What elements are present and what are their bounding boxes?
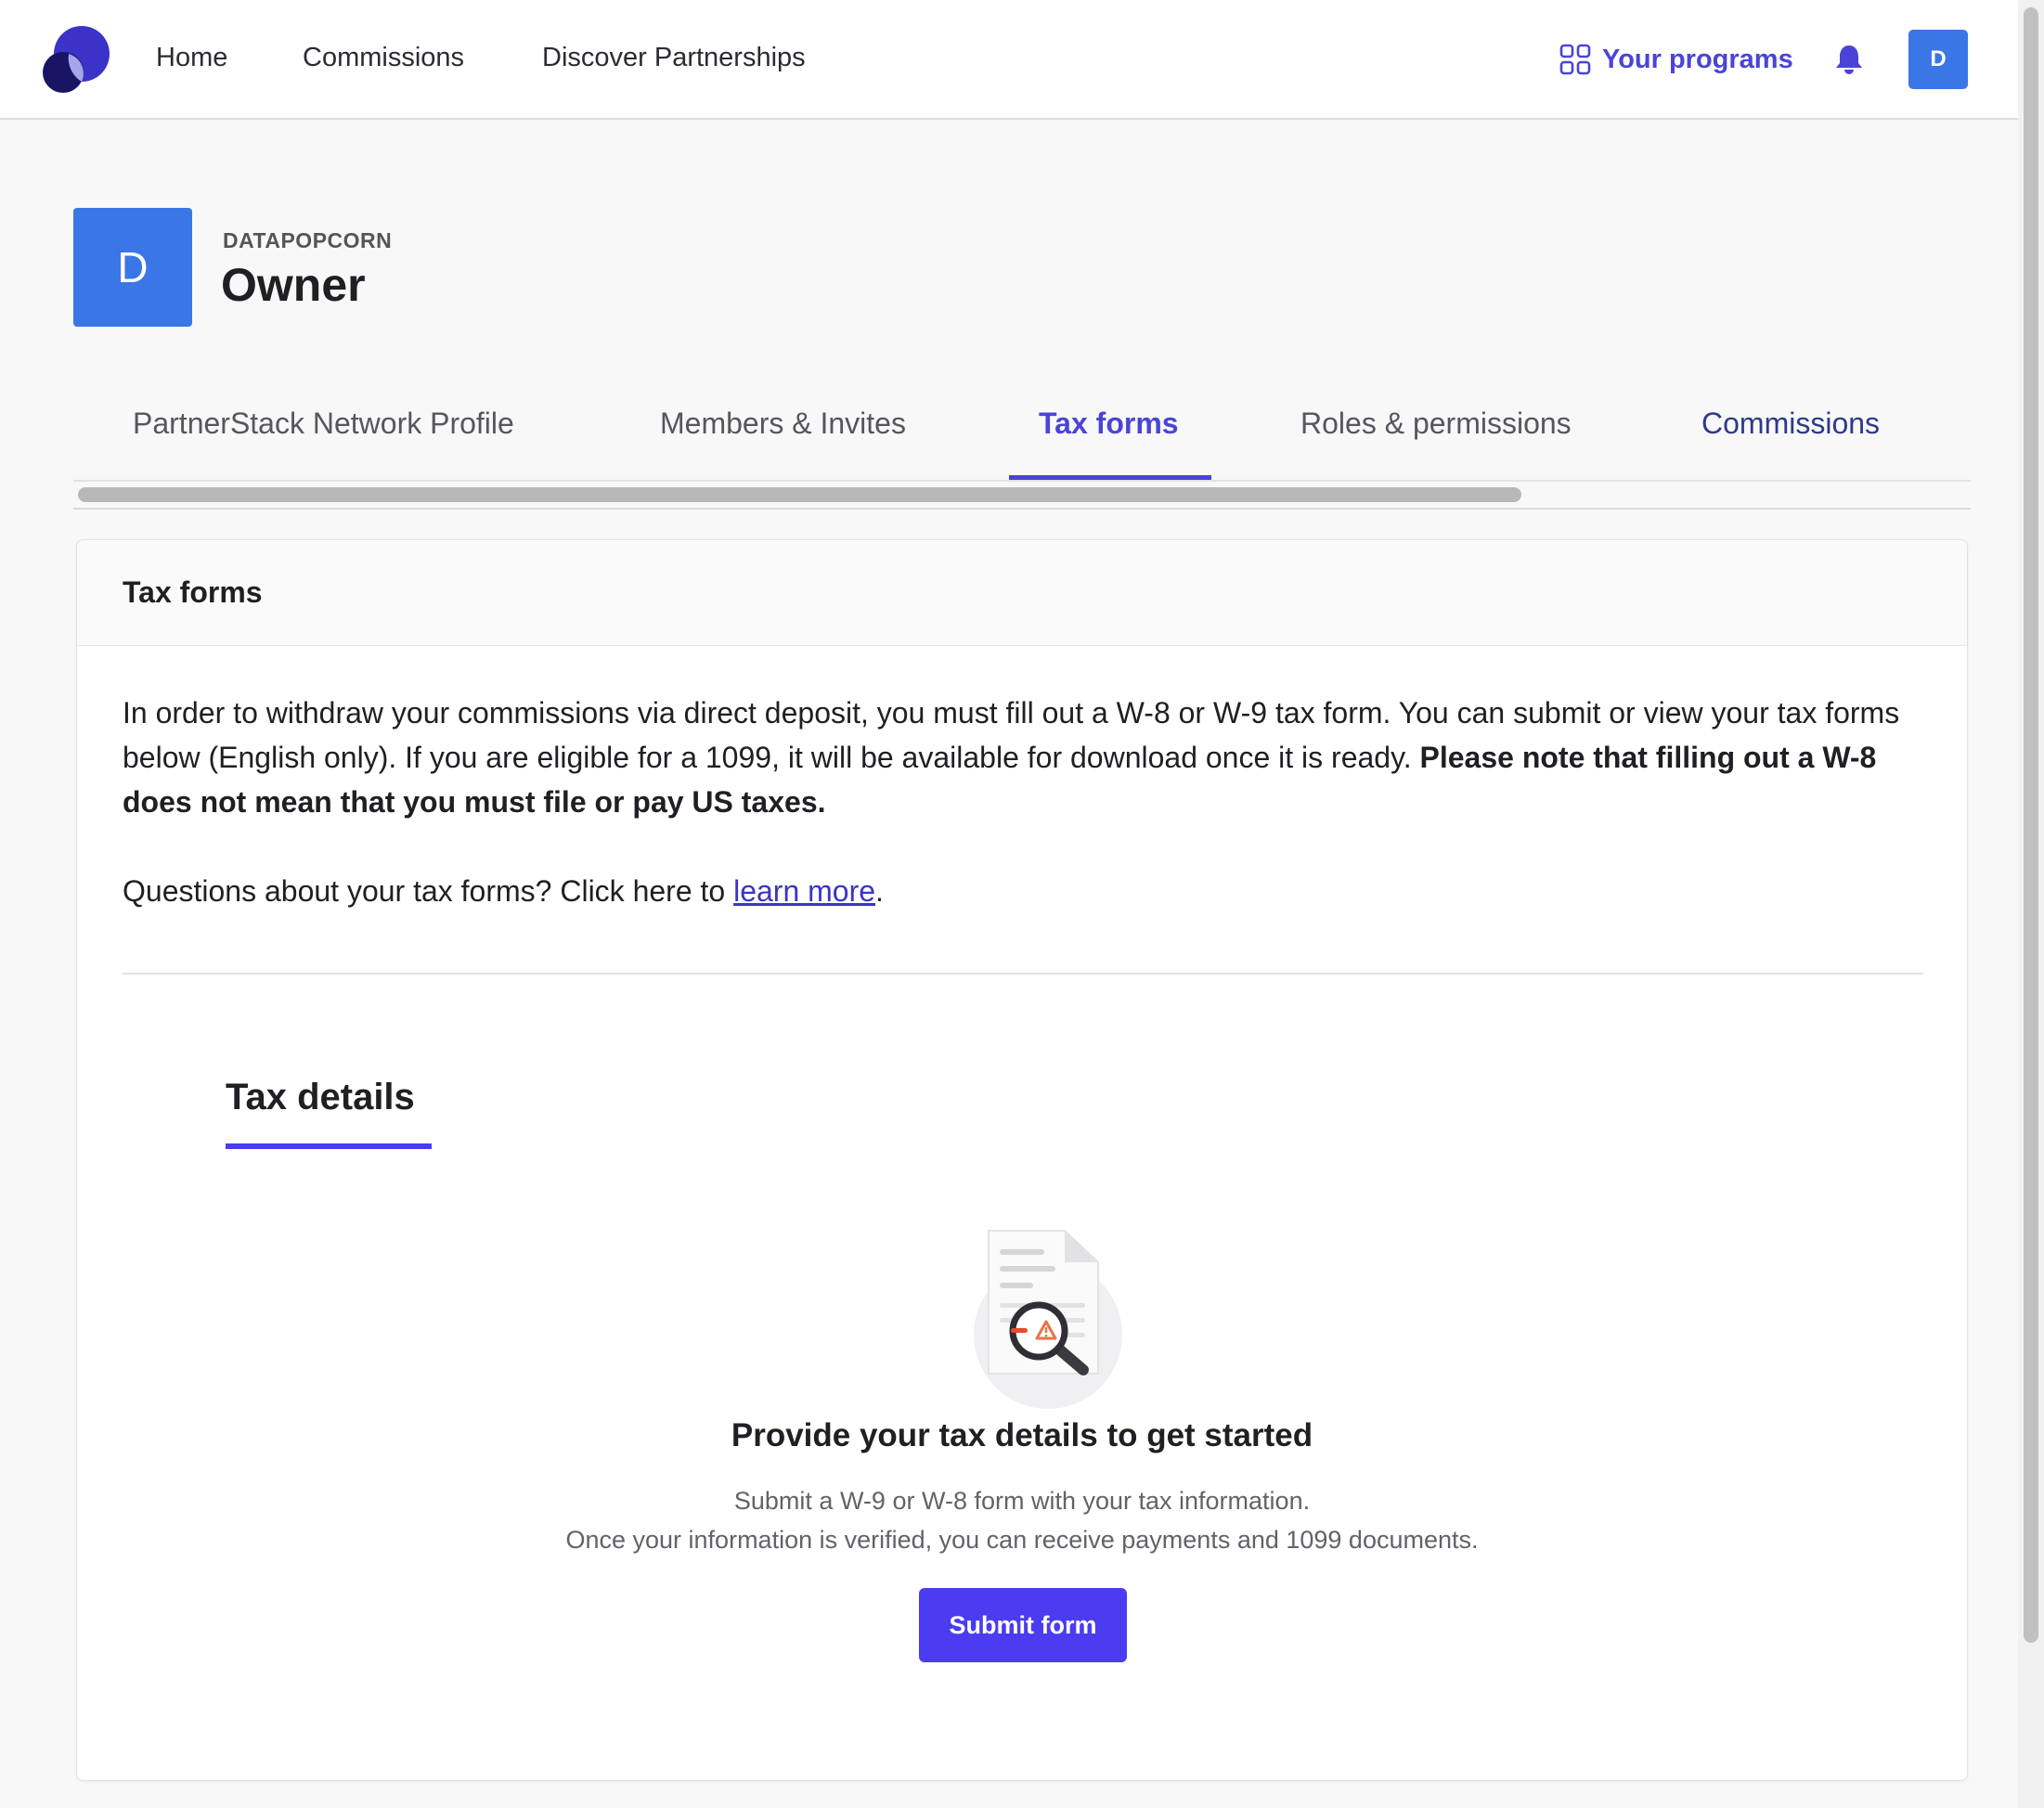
empty-state-description: Submit a W-9 or W-8 form with your tax i… — [77, 1481, 1967, 1559]
your-programs-label: Your programs — [1602, 44, 1793, 74]
empty-state-line-2: Once your information is verified, you c… — [565, 1526, 1479, 1554]
your-programs-button[interactable]: Your programs — [1559, 41, 1793, 78]
tab-partnerstack-network-profile[interactable]: PartnerStack Network Profile — [133, 405, 514, 442]
nav-commissions-link[interactable]: Commissions — [303, 41, 464, 74]
section-divider — [123, 973, 1923, 975]
tax-details-tab-indicator — [226, 1143, 432, 1149]
tab-members-invites[interactable]: Members & Invites — [660, 405, 906, 442]
tab-tax-forms[interactable]: Tax forms — [1039, 405, 1179, 442]
nav-discover-partnerships-link[interactable]: Discover Partnerships — [542, 41, 806, 74]
org-name: DATAPOPCORN — [223, 228, 393, 252]
org-avatar: D — [73, 208, 192, 327]
tax-questions-text: Questions about your tax forms? Click he… — [123, 869, 884, 913]
top-navigation: Home Commissions Discover Partnerships Y… — [0, 0, 2018, 120]
nav-home-link[interactable]: Home — [156, 41, 227, 74]
tabs-divider — [73, 480, 1971, 482]
tax-forms-card: Tax forms In order to withdraw your comm… — [76, 539, 1968, 1781]
page-scrollbar-thumb[interactable] — [2024, 7, 2038, 1643]
tax-forms-intro: In order to withdraw your commissions vi… — [123, 691, 1933, 824]
empty-state-title: Provide your tax details to get started — [731, 1417, 1313, 1453]
page-title: Owner — [221, 259, 366, 311]
grid-icon — [1559, 44, 1591, 75]
tab-tax-details[interactable]: Tax details — [226, 1077, 415, 1118]
bell-icon[interactable] — [1834, 44, 1864, 75]
card-header: Tax forms — [77, 540, 1967, 646]
document-search-icon — [974, 1230, 1122, 1409]
tabs-horizontal-scrollbar[interactable] — [78, 487, 1521, 502]
partnerstack-logo[interactable] — [41, 22, 110, 97]
questions-prefix: Questions about your tax forms? Click he… — [123, 874, 734, 908]
learn-more-link[interactable]: learn more — [733, 874, 875, 908]
tab-commissions[interactable]: Commissions — [1701, 405, 1880, 442]
card-title: Tax forms — [123, 575, 263, 609]
tabs-scroll-track — [73, 508, 1971, 510]
user-avatar-button[interactable]: D — [1908, 30, 1968, 89]
empty-state-line-1: Submit a W-9 or W-8 form with your tax i… — [733, 1487, 1311, 1515]
submit-form-button[interactable]: Submit form — [919, 1588, 1127, 1662]
questions-suffix: . — [875, 874, 884, 908]
tab-roles-permissions[interactable]: Roles & permissions — [1300, 405, 1572, 442]
